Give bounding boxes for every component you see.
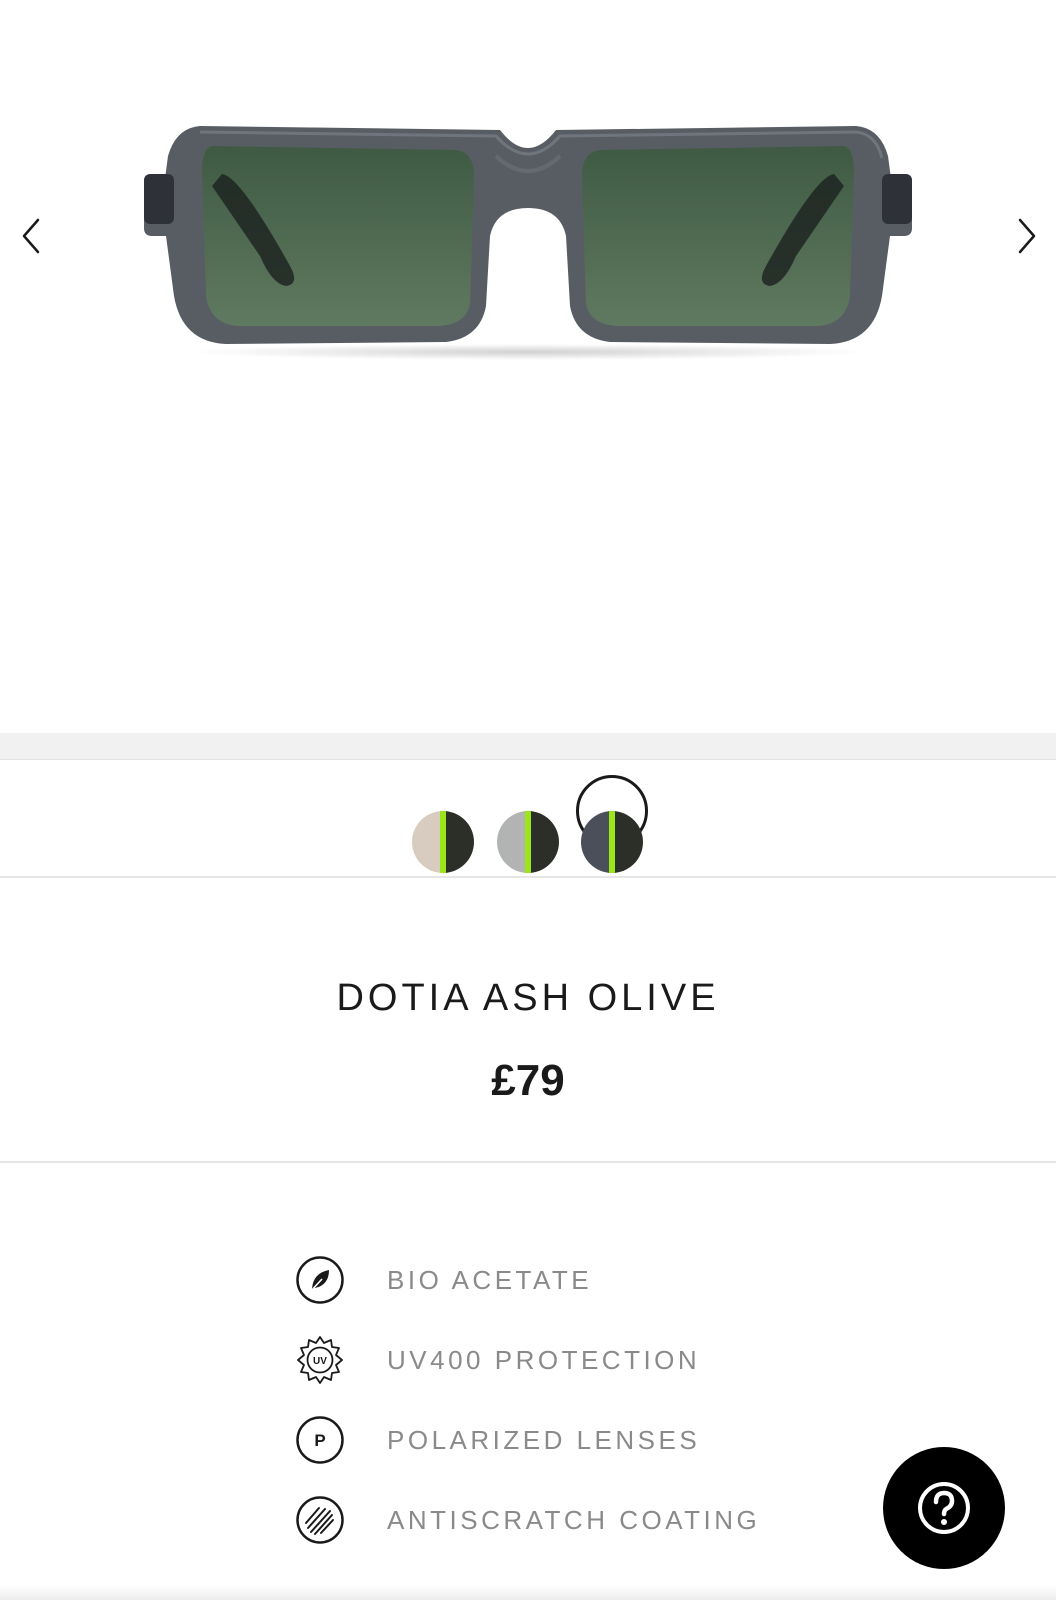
swatch-ash[interactable]	[581, 811, 643, 873]
svg-text:P: P	[314, 1431, 325, 1450]
swatch-sand-icon	[412, 811, 474, 873]
swatch-sand[interactable]	[412, 811, 474, 873]
product-price: £79	[491, 1056, 565, 1105]
feature-bio-acetate: BIO ACETATE	[295, 1254, 815, 1306]
swatch-grey[interactable]	[497, 811, 559, 873]
page-bottom-edge	[0, 1585, 1056, 1600]
antiscratch-icon	[296, 1496, 344, 1544]
question-mark-icon	[918, 1482, 970, 1534]
color-swatches	[0, 760, 1056, 878]
swatch-grey-icon	[497, 811, 559, 873]
product-name: DOTIA ASH OLIVE	[336, 977, 720, 1019]
product-gallery	[0, 0, 1056, 733]
product-image	[144, 126, 912, 360]
gallery-footer-band	[0, 733, 1056, 760]
feature-label: ANTISCRATCH COATING	[387, 1504, 761, 1535]
leaf-icon	[296, 1256, 344, 1304]
feature-antiscratch: ANTISCRATCH COATING	[295, 1494, 815, 1546]
chevron-right-icon	[1018, 218, 1036, 254]
gallery-next-button[interactable]	[1006, 212, 1046, 260]
uv-badge-icon: UV	[297, 1336, 343, 1384]
feature-label: UV400 PROTECTION	[387, 1344, 701, 1375]
feature-label: BIO ACETATE	[387, 1264, 593, 1295]
chevron-left-icon	[22, 218, 40, 254]
gallery-prev-button[interactable]	[12, 212, 52, 260]
feature-label: POLARIZED LENSES	[387, 1424, 701, 1455]
feature-uv400: UV UV400 PROTECTION	[295, 1334, 815, 1386]
svg-text:UV: UV	[313, 1356, 327, 1367]
feature-polarized: P POLARIZED LENSES	[295, 1414, 815, 1466]
help-button[interactable]	[883, 1447, 1005, 1569]
section-divider	[0, 1161, 1056, 1163]
polarized-icon: P	[296, 1416, 344, 1464]
swatch-ash-icon	[581, 811, 643, 873]
